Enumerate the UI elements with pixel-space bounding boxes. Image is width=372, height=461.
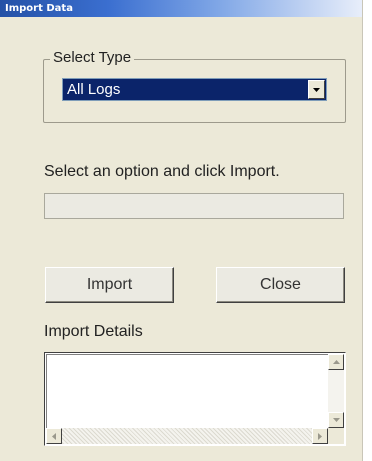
- log-type-selected-value: All Logs: [67, 81, 121, 98]
- scroll-up-button[interactable]: [328, 354, 344, 370]
- import-data-window: Import Data Select Type All Logs Select …: [0, 0, 363, 461]
- log-type-select[interactable]: All Logs: [62, 78, 327, 101]
- instructions-text: Select an option and click Import.: [44, 163, 280, 180]
- scrollbar-corner: [328, 428, 344, 444]
- arrow-left-icon: [52, 432, 56, 440]
- close-button[interactable]: Close: [216, 267, 345, 303]
- scroll-right-button[interactable]: [312, 428, 328, 444]
- select-type-legend: Select Type: [50, 49, 135, 67]
- import-button[interactable]: Import: [45, 267, 174, 303]
- window-title: Import Data: [5, 3, 73, 14]
- arrow-up-icon: [332, 360, 340, 364]
- import-details-label: Import Details: [44, 323, 143, 340]
- vertical-scrollbar[interactable]: [328, 354, 344, 428]
- scroll-down-button[interactable]: [328, 412, 344, 428]
- scroll-left-button[interactable]: [46, 428, 62, 444]
- title-bar[interactable]: Import Data: [0, 0, 362, 17]
- arrow-right-icon: [318, 432, 322, 440]
- arrow-down-icon: [332, 418, 340, 422]
- horizontal-scrollbar[interactable]: [46, 428, 328, 444]
- chevron-down-icon: [313, 87, 320, 92]
- dropdown-arrow-button[interactable]: [308, 80, 325, 99]
- import-progress-bar: [44, 193, 344, 219]
- import-details-textarea[interactable]: [44, 352, 346, 446]
